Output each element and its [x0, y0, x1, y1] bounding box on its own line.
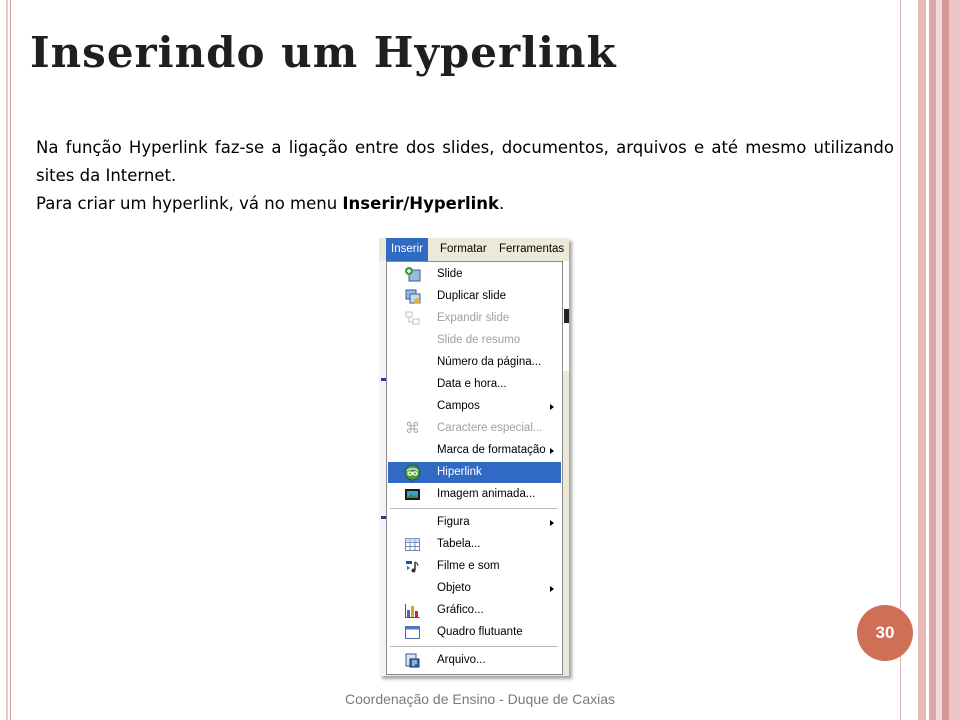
- menu-formatar[interactable]: Formatar: [440, 238, 487, 261]
- slide-body: Na função Hyperlink faz-se a ligação ent…: [36, 134, 894, 218]
- toolbar-background: [562, 261, 569, 371]
- menu-path-bold: Inserir/Hyperlink: [342, 194, 500, 213]
- menu-separator: [390, 508, 558, 509]
- duplicate-slide-icon: [405, 289, 421, 304]
- body-paragraph-2-end: .: [499, 194, 505, 213]
- menu-item-file[interactable]: Arquivo...: [388, 650, 561, 671]
- slide-icon: [405, 267, 421, 282]
- expand-slide-icon: [405, 311, 420, 325]
- menu-item-table[interactable]: Tabela...: [388, 534, 561, 555]
- menu-item-animated-image[interactable]: Imagem animada...: [388, 484, 561, 505]
- decorative-stripes: [900, 0, 960, 720]
- menu-item-expand-slide[interactable]: Expandir slide: [388, 308, 561, 329]
- menu-bar: Inserir Formatar Ferramentas: [379, 238, 569, 261]
- hyperlink-icon: [404, 464, 421, 481]
- menu-item-object[interactable]: Objeto: [388, 578, 561, 599]
- menu-ferramentas[interactable]: Ferramentas: [499, 238, 564, 261]
- menu-item-duplicate-slide[interactable]: Duplicar slide: [388, 286, 561, 307]
- page-number-badge: 30: [857, 605, 913, 661]
- slide-frame-left: [0, 0, 11, 720]
- submenu-arrow-icon: [550, 404, 554, 410]
- table-icon: [405, 538, 420, 551]
- inserir-dropdown: Slide Duplicar slide Expandir slide Slid…: [386, 261, 563, 675]
- file-icon: [405, 653, 420, 668]
- menu-item-fields[interactable]: Campos: [388, 396, 561, 417]
- body-paragraph-2-text: Para criar um hyperlink, vá no menu: [36, 194, 343, 213]
- animated-image-icon: [405, 489, 420, 500]
- menu-item-formatting-mark[interactable]: Marca de formatação: [388, 440, 561, 461]
- menu-item-page-number[interactable]: Número da página...: [388, 352, 561, 373]
- slide-footer: Coordenação de Ensino - Duque de Caxias: [344, 691, 616, 707]
- menu-item-chart[interactable]: Gráfico...: [388, 600, 561, 621]
- menu-inserir[interactable]: Inserir: [386, 238, 428, 261]
- menu-item-slide[interactable]: Slide: [388, 264, 561, 285]
- menu-item-movie-sound[interactable]: Filme e som: [388, 556, 561, 577]
- slide-title: Inserindo um Hyperlink: [30, 28, 617, 77]
- submenu-arrow-icon: [550, 448, 554, 454]
- submenu-arrow-icon: [550, 586, 554, 592]
- menu-item-special-character[interactable]: ⌘ Caractere especial...: [388, 418, 561, 439]
- special-character-icon: ⌘: [405, 420, 420, 437]
- floating-frame-icon: [405, 626, 420, 639]
- toolbar-edge: [564, 309, 569, 323]
- menu-item-figure[interactable]: Figura: [388, 512, 561, 533]
- submenu-arrow-icon: [550, 520, 554, 526]
- body-paragraph-1: Na função Hyperlink faz-se a ligação ent…: [36, 138, 894, 185]
- menu-separator: [390, 646, 558, 647]
- menu-screenshot: Inserir Formatar Ferramentas Slide Dupli…: [379, 238, 569, 676]
- menu-item-summary-slide[interactable]: Slide de resumo: [388, 330, 561, 351]
- menu-item-floating-frame[interactable]: Quadro flutuante: [388, 622, 561, 643]
- movie-sound-icon: [406, 561, 419, 573]
- chart-icon: [405, 604, 420, 618]
- body-paragraph-2: Para criar um hyperlink, vá no menu Inse…: [36, 190, 894, 218]
- menu-item-hyperlink[interactable]: Hiperlink: [388, 462, 561, 483]
- menu-item-date-time[interactable]: Data e hora...: [388, 374, 561, 395]
